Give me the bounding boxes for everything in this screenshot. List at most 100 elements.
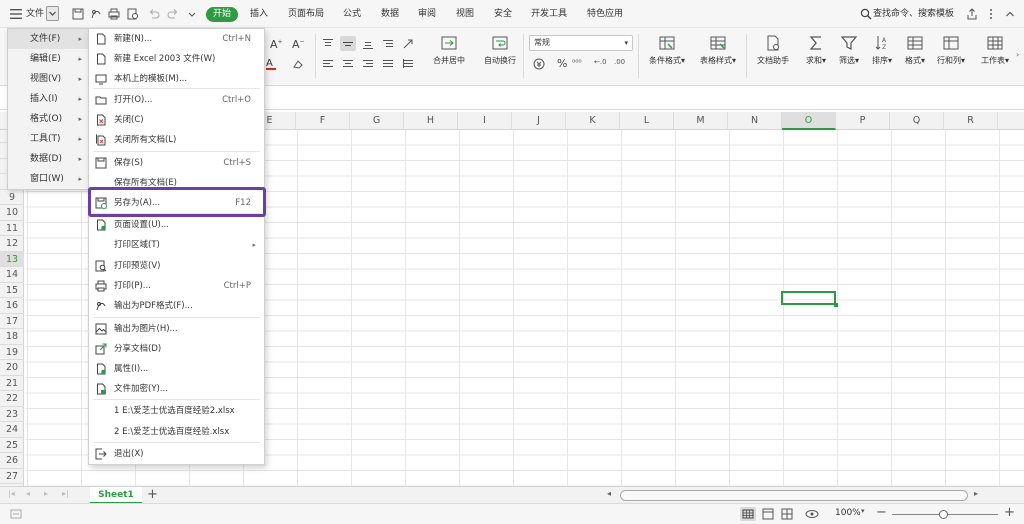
column-header[interactable]: H	[404, 112, 458, 130]
align-center-icon[interactable]	[342, 58, 354, 70]
file-menu-item[interactable]: 页面设置(U)...	[89, 215, 264, 235]
file-menu-item[interactable]: 关闭所有文档(L)	[89, 130, 264, 150]
add-sheet-button[interactable]: +	[147, 487, 158, 503]
page-break-view-icon[interactable]	[781, 508, 793, 523]
file-menu-item[interactable]: 打印(P)... Ctrl+P	[89, 276, 264, 296]
file-menu-item[interactable]: 新建 Excel 2003 文件(W)	[89, 49, 264, 69]
file-menu-item[interactable]: 保存(S) Ctrl+S	[89, 153, 264, 173]
table-style-button[interactable]: 表格样式▾	[695, 34, 741, 66]
file-menu-item[interactable]: 本机上的模板(M)...	[89, 69, 264, 89]
scroll-right-icon[interactable]: ▸	[974, 489, 978, 498]
zoom-level[interactable]: 100%	[835, 508, 861, 518]
row-header[interactable]: 10	[0, 205, 24, 221]
row-header-selected[interactable]: 13	[0, 251, 24, 267]
main-menu-item[interactable]: 格式(O) ▸	[8, 109, 88, 129]
align-left-icon[interactable]	[322, 58, 334, 70]
format-button[interactable]: 格式▾	[899, 34, 931, 66]
file-menu-item[interactable]: 1 E:\爱芝士优选百度经验2.xlsx	[89, 401, 264, 421]
distributed-icon[interactable]	[402, 58, 414, 70]
tab-data[interactable]: 数据	[381, 0, 399, 28]
last-sheet-icon[interactable]: ▸|	[62, 489, 69, 498]
main-menu-item[interactable]: 窗口(W) ▸	[8, 169, 88, 189]
search-icon[interactable]	[860, 8, 872, 20]
sort-button[interactable]: AZ 排序▾	[866, 34, 898, 66]
increase-font-icon[interactable]: A+	[270, 38, 283, 51]
print-preview-icon[interactable]	[127, 8, 139, 20]
file-menu-item[interactable]: 关闭(C)	[89, 110, 264, 130]
doc-helper-button[interactable]: 文档助手	[753, 34, 793, 66]
file-menu-item[interactable]: 输出为图片(H)...	[89, 319, 264, 339]
column-header[interactable]: Q	[890, 112, 944, 130]
zoom-in-icon[interactable]: +	[1004, 505, 1015, 520]
column-header[interactable]: L	[620, 112, 674, 130]
align-right-icon[interactable]	[362, 58, 374, 70]
row-header[interactable]: 12	[0, 236, 24, 252]
prev-sheet-icon[interactable]: ◂	[26, 489, 30, 498]
row-header[interactable]: 17	[0, 314, 24, 329]
filter-button[interactable]: 筛选▾	[833, 34, 865, 66]
ribbon-scroll-right-icon[interactable]: ›	[1016, 50, 1024, 62]
share-icon[interactable]	[966, 8, 978, 20]
sheet-tab-sheet1[interactable]: Sheet1	[90, 487, 142, 504]
row-header[interactable]: 16	[0, 298, 24, 314]
sum-button[interactable]: 求和▾	[800, 34, 832, 66]
file-menu-item[interactable]: 退出(X)	[89, 444, 264, 464]
tab-view[interactable]: 视图	[456, 0, 474, 28]
redo-icon[interactable]	[167, 8, 179, 20]
align-bottom-icon[interactable]	[362, 38, 374, 50]
file-menu-item[interactable]: 2 E:\爱芝士优选百度经验.xlsx	[89, 422, 264, 442]
column-header[interactable]: F	[296, 112, 350, 130]
print-icon[interactable]	[108, 8, 120, 20]
page-layout-view-icon[interactable]	[762, 508, 774, 523]
increase-decimal-icon[interactable]: ←.0	[594, 58, 607, 70]
main-menu-item[interactable]: 数据(D) ▸	[8, 149, 88, 169]
row-header[interactable]: 25	[0, 438, 24, 453]
column-header[interactable]: K	[566, 112, 620, 130]
row-header[interactable]: 27	[0, 469, 24, 484]
conditional-format-button[interactable]: 条件格式▾	[644, 34, 690, 66]
row-header[interactable]: 22	[0, 391, 24, 407]
file-menu-item[interactable]: 属性(I)...	[89, 359, 264, 379]
tab-security[interactable]: 安全	[494, 0, 512, 28]
main-menu-item[interactable]: 文件(F) ▸	[8, 29, 88, 49]
worksheet-button[interactable]: 工作表▾	[975, 34, 1015, 66]
macro-record-icon[interactable]	[10, 508, 22, 523]
tab-review[interactable]: 审阅	[418, 0, 436, 28]
file-menu-button[interactable]: 文件	[26, 0, 44, 28]
tab-page-layout[interactable]: 页面布局	[288, 0, 324, 28]
indent-icon[interactable]	[382, 38, 394, 50]
thousands-separator-icon[interactable]: ⁰⁰⁰	[572, 58, 584, 70]
command-search[interactable]: 查找命令、搜索模板	[873, 0, 954, 28]
first-sheet-icon[interactable]: |◂	[8, 489, 15, 498]
customize-toolbar-icon[interactable]	[186, 8, 198, 20]
zoom-slider-thumb[interactable]	[939, 510, 948, 519]
column-header[interactable]: P	[836, 112, 890, 130]
row-col-button[interactable]: 行和列▾	[932, 34, 970, 66]
row-header[interactable]: 18	[0, 329, 24, 345]
save-icon[interactable]	[72, 8, 84, 20]
tab-insert[interactable]: 插入	[250, 0, 268, 28]
number-format-select[interactable]: 常规 ▾	[529, 35, 633, 51]
column-header[interactable]: N	[728, 112, 782, 130]
main-menu-item[interactable]: 视图(V) ▸	[8, 69, 88, 89]
row-header[interactable]: 15	[0, 283, 24, 298]
align-top-icon[interactable]	[322, 38, 334, 50]
horizontal-scrollbar[interactable]	[620, 490, 968, 501]
align-middle-icon[interactable]	[340, 36, 356, 51]
row-header[interactable]: 14	[0, 267, 24, 283]
file-menu-item[interactable]: 分享文档(D)	[89, 339, 264, 359]
wrap-text-button[interactable]: 自动换行	[480, 34, 520, 66]
undo-icon[interactable]	[148, 8, 160, 20]
justify-icon[interactable]	[382, 58, 394, 70]
column-header[interactable]: M	[674, 112, 728, 130]
file-menu-item[interactable]: 打印预览(V)	[89, 256, 264, 276]
next-sheet-icon[interactable]: ▸	[44, 489, 48, 498]
main-menu-item[interactable]: 编辑(E) ▸	[8, 49, 88, 69]
row-header[interactable]: 26	[0, 453, 24, 469]
row-header[interactable]: 11	[0, 221, 24, 236]
column-header[interactable]: J	[512, 112, 566, 130]
clear-format-icon[interactable]	[292, 58, 304, 70]
file-menu-item[interactable]: 打开(O)... Ctrl+O	[89, 90, 264, 110]
eye-protection-icon[interactable]	[805, 508, 819, 523]
file-dropdown-toggle[interactable]	[46, 6, 59, 21]
